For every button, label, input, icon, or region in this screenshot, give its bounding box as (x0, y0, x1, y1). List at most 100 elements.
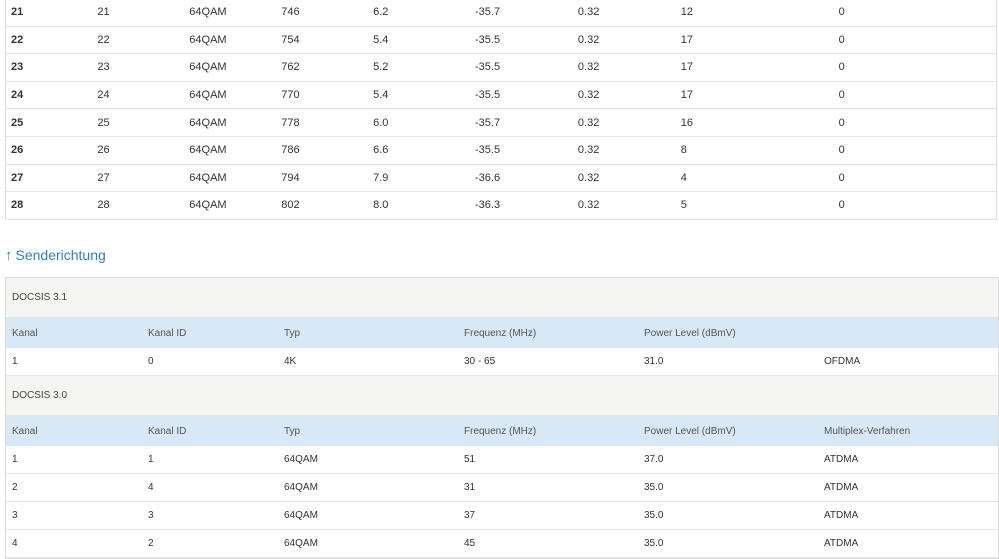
table-cell: -35.5 (475, 81, 578, 110)
table-cell: 0 (838, 81, 997, 110)
table-row: 3 3 64QAM 37 35.0 ATDMA (6, 502, 998, 530)
table-cell: 17 (680, 26, 839, 55)
table-cell: 5.4 (373, 81, 476, 110)
table-cell: 786 (281, 136, 374, 165)
table-cell: 24 (5, 81, 98, 110)
table-cell: 0.32 (577, 164, 681, 193)
table-cell: 31.0 (644, 356, 664, 367)
table-cell: 0 (148, 356, 154, 367)
upstream-heading: ↑ Senderichtung (5, 247, 106, 263)
table-cell: 21 (5, 0, 98, 27)
table-cell: 64QAM (284, 454, 318, 465)
table-cell: ATDMA (824, 510, 859, 521)
table-cell: -35.7 (475, 108, 578, 137)
table-cell: 64QAM (284, 538, 318, 549)
group-label: DOCSIS 3.1 (12, 292, 68, 303)
table-cell: 28 (5, 191, 98, 220)
table-cell: 22 (5, 26, 98, 55)
table-row: 22 22 64QAM 754 5.4 -35.5 0.32 17 0 (5, 26, 997, 55)
table-cell: 25 (97, 108, 190, 137)
table-cell: 0 (838, 108, 997, 137)
arrow-up-icon: ↑ (5, 246, 13, 264)
table-row: 24 24 64QAM 770 5.4 -35.5 0.32 17 0 (5, 81, 997, 110)
table-cell: 26 (5, 136, 98, 165)
table-cell: 12 (680, 0, 839, 27)
docsis30-header-row: Kanal Kanal ID Typ Frequenz (MHz) Power … (6, 416, 998, 446)
table-cell: 0.32 (577, 81, 681, 110)
table-cell: 64QAM (284, 510, 318, 521)
table-cell: 30 - 65 (464, 356, 496, 367)
table-cell: 23 (5, 53, 98, 82)
table-cell: 27 (97, 164, 190, 193)
table-row: 4 2 64QAM 45 35.0 ATDMA (6, 530, 998, 558)
column-header: Power Level (dBmV) (644, 425, 736, 437)
table-cell: 0.32 (577, 26, 681, 55)
table-cell: 4 (680, 164, 839, 193)
table-row: 21 21 64QAM 746 6.2 -35.7 0.32 12 0 (5, 0, 997, 27)
table-cell: 6.2 (373, 0, 476, 27)
table-cell: 2 (12, 482, 18, 493)
table-cell: 64QAM (189, 108, 282, 137)
table-cell: 2 (148, 538, 154, 549)
table-cell: -35.5 (475, 136, 578, 165)
docsis31-group: DOCSIS 3.1 (6, 278, 998, 318)
table-cell: -36.3 (475, 191, 578, 220)
table-cell: 35.0 (644, 510, 664, 521)
table-cell: 51 (464, 454, 476, 465)
table-cell: 0 (838, 164, 997, 193)
table-cell: 0 (838, 53, 997, 82)
table-cell: 28 (97, 191, 190, 220)
table-row: 1 1 64QAM 51 37.0 ATDMA (6, 446, 998, 474)
table-cell: 1 (148, 454, 154, 465)
table-cell: 64QAM (189, 164, 282, 193)
upstream-table: DOCSIS 3.1 Kanal Kanal ID Typ Frequenz (… (5, 277, 999, 559)
table-row: 25 25 64QAM 778 6.0 -35.7 0.32 16 0 (5, 108, 997, 137)
table-cell: 17 (680, 81, 839, 110)
table-cell: 6.6 (373, 136, 476, 165)
table-cell: 37.0 (644, 454, 664, 465)
table-cell: 21 (97, 0, 190, 27)
table-cell: 794 (281, 164, 374, 193)
table-cell: 5 (680, 191, 839, 220)
table-cell: OFDMA (824, 356, 861, 367)
table-cell: 3 (12, 510, 18, 521)
downstream-table: 21 21 64QAM 746 6.2 -35.7 0.32 12 0 22 2… (5, 0, 997, 220)
table-cell: 64QAM (189, 81, 282, 110)
docsis30-group: DOCSIS 3.0 (6, 376, 998, 416)
table-cell: 754 (281, 26, 374, 55)
table-cell: 770 (281, 81, 374, 110)
table-cell: 64QAM (189, 53, 282, 82)
table-cell: ATDMA (824, 454, 859, 465)
table-row: 23 23 64QAM 762 5.2 -35.5 0.32 17 0 (5, 53, 997, 82)
column-header: Frequenz (MHz) (464, 425, 537, 437)
table-cell: 64QAM (189, 136, 282, 165)
table-cell: 35.0 (644, 538, 664, 549)
table-cell: 0 (838, 26, 997, 55)
table-cell: 26 (97, 136, 190, 165)
table-cell: 0 (838, 0, 997, 27)
table-cell: 31 (464, 482, 476, 493)
table-cell: 762 (281, 53, 374, 82)
table-cell: 16 (680, 108, 839, 137)
table-cell: 746 (281, 0, 374, 27)
table-cell: 8 (680, 136, 839, 165)
column-header: Frequenz (MHz) (464, 327, 537, 339)
table-cell: 64QAM (284, 482, 318, 493)
table-cell: -36.6 (475, 164, 578, 193)
column-header: Power Level (dBmV) (644, 327, 736, 339)
table-cell: 35.0 (644, 482, 664, 493)
table-cell: 1 (12, 356, 18, 367)
docsis31-header-row: Kanal Kanal ID Typ Frequenz (MHz) Power … (6, 318, 998, 348)
table-cell: 24 (97, 81, 190, 110)
table-cell: 23 (97, 53, 190, 82)
table-cell: 0 (838, 191, 997, 220)
table-cell: 0 (838, 136, 997, 165)
table-cell: ATDMA (824, 482, 859, 493)
table-cell: -35.7 (475, 0, 578, 27)
column-header: Kanal (12, 327, 38, 339)
table-cell: 27 (5, 164, 98, 193)
table-cell: 5.4 (373, 26, 476, 55)
table-cell: 4 (12, 538, 18, 549)
table-cell: 4K (284, 356, 297, 367)
table-cell: 0.32 (577, 108, 681, 137)
